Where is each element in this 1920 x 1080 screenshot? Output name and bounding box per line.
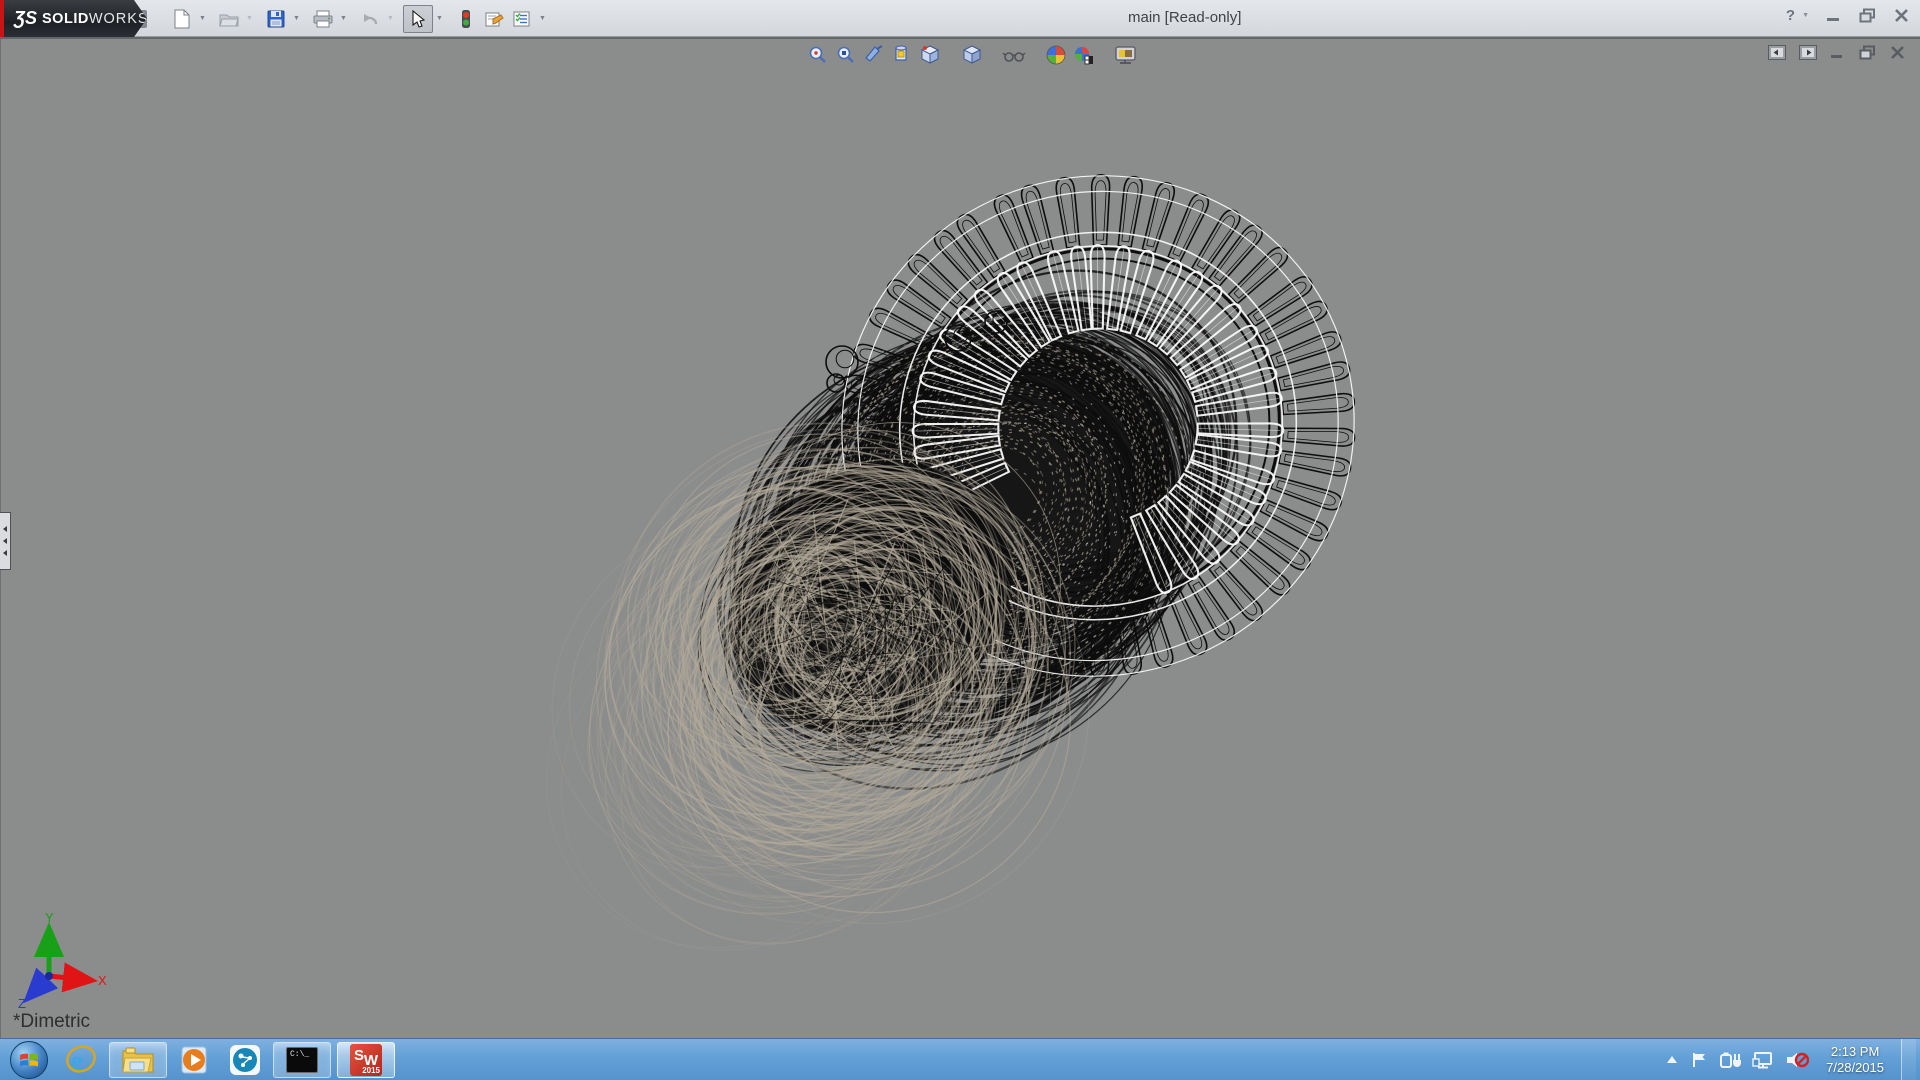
save-button[interactable] <box>262 4 290 34</box>
taskbar-item-media-player[interactable] <box>173 1042 217 1078</box>
save-dropdown[interactable]: ▼ <box>290 7 303 31</box>
view-orientation-icon[interactable] <box>918 43 942 67</box>
undo-dropdown[interactable]: ▼ <box>384 7 397 31</box>
graphics-viewport[interactable] <box>0 37 1920 1038</box>
power-plug-icon[interactable] <box>1719 1051 1741 1069</box>
doc-minimize-button[interactable] <box>1830 45 1846 60</box>
action-center-flag-icon[interactable] <box>1690 1051 1708 1069</box>
show-hidden-icons-button[interactable] <box>1665 1054 1679 1066</box>
network-display-icon[interactable] <box>1752 1051 1774 1069</box>
help-button[interactable]: ? <box>1786 7 1795 24</box>
document-window-controls <box>1768 45 1906 60</box>
taskbar-item-file-explorer[interactable] <box>109 1042 167 1078</box>
clock-time: 2:13 PM <box>1826 1044 1884 1060</box>
taskbar-item-command-prompt[interactable]: C:\_ <box>273 1042 331 1078</box>
triad-y-label: Y <box>45 910 54 925</box>
media-player-icon <box>178 1043 212 1077</box>
title-bar: ▸ ƷS SOLIDWORKS ▼ ▼ ▼ ▼ ▼ ▼ ▼ <box>0 0 1920 37</box>
help-dropdown[interactable]: ▼ <box>1802 12 1809 19</box>
document-title: main [Read-only] <box>1128 9 1241 26</box>
taskbar-item-solidworks[interactable]: SW2015 <box>337 1042 395 1078</box>
command-prompt-icon: C:\_ <box>286 1047 318 1073</box>
doc-restore-button[interactable] <box>1859 45 1877 60</box>
open-button[interactable] <box>215 4 243 34</box>
view-settings-icon[interactable] <box>1114 43 1138 67</box>
print-icon <box>311 7 335 31</box>
windows-flag-icon <box>18 1049 40 1071</box>
start-button[interactable] <box>10 1041 48 1079</box>
system-tray: 2:13 PM 7/28/2015 <box>1665 1039 1920 1080</box>
new-document-icon <box>170 7 194 31</box>
undo-icon <box>358 7 382 31</box>
rebuild-button[interactable] <box>452 4 480 34</box>
zoom-to-area-icon[interactable] <box>834 43 858 67</box>
headsup-view-toolbar <box>806 43 1142 67</box>
minimize-button[interactable] <box>1826 8 1842 23</box>
triad-x-label: X <box>98 973 107 988</box>
triad-z-label: Z <box>18 996 26 1011</box>
print-button[interactable] <box>309 4 337 34</box>
taskbar-item-share-app[interactable] <box>223 1042 267 1078</box>
svg-text:e: e <box>71 1046 83 1075</box>
window-controls: ? ▼ <box>1786 7 1910 24</box>
rebuild-traffic-light-icon <box>454 7 478 31</box>
show-desktop-button[interactable] <box>1901 1039 1916 1080</box>
internet-explorer-icon: e <box>64 1043 98 1077</box>
dassault-mark: ƷS <box>14 8 37 29</box>
file-properties-button[interactable] <box>480 4 508 34</box>
options-icon <box>510 7 534 31</box>
view-orientation-label: *Dimetric <box>13 1011 90 1033</box>
zoom-to-fit-icon[interactable] <box>806 43 830 67</box>
save-icon <box>264 7 288 31</box>
open-icon <box>217 7 241 31</box>
open-dropdown[interactable]: ▼ <box>243 7 256 31</box>
select-button[interactable] <box>403 5 433 33</box>
undo-button[interactable] <box>356 4 384 34</box>
apply-scene-icon[interactable] <box>1072 43 1096 67</box>
volume-muted-icon[interactable] <box>1785 1050 1809 1070</box>
section-view-icon[interactable] <box>862 43 886 67</box>
standard-toolbar: ▼ ▼ ▼ ▼ ▼ ▼ ▼ <box>168 0 555 37</box>
file-explorer-icon <box>121 1045 155 1075</box>
dynamic-annotation-views-icon[interactable] <box>890 43 914 67</box>
solidworks-taskbar-icon: SW2015 <box>350 1044 382 1076</box>
display-style-icon[interactable] <box>960 43 984 67</box>
restore-button[interactable] <box>1859 8 1877 23</box>
solidworks-logo: ƷS SOLIDWORKS <box>0 0 148 37</box>
taskbar-clock[interactable]: 2:13 PM 7/28/2015 <box>1826 1044 1884 1076</box>
collapse-pane-right-button[interactable] <box>1799 45 1817 60</box>
print-dropdown[interactable]: ▼ <box>337 7 350 31</box>
edit-appearance-icon[interactable] <box>1044 43 1068 67</box>
orientation-triad: Y X Z <box>16 910 126 1018</box>
options-dropdown[interactable]: ▼ <box>536 7 549 31</box>
feature-pane-splitter-tab[interactable] <box>0 512 11 570</box>
new-document-button[interactable] <box>168 4 196 34</box>
collapse-pane-left-button[interactable] <box>1768 45 1786 60</box>
options-button[interactable] <box>508 4 536 34</box>
new-dropdown[interactable]: ▼ <box>196 7 209 31</box>
doc-close-button[interactable] <box>1890 45 1906 60</box>
logo-red-accent <box>0 0 4 37</box>
hide-show-items-icon[interactable] <box>1002 43 1026 67</box>
select-cursor-icon <box>406 7 430 31</box>
select-dropdown[interactable]: ▼ <box>433 7 446 31</box>
close-button[interactable] <box>1894 8 1910 23</box>
share-app-icon <box>229 1044 261 1076</box>
clock-date: 7/28/2015 <box>1826 1060 1884 1076</box>
taskbar-item-internet-explorer[interactable]: e <box>59 1042 103 1078</box>
windows-taskbar: e C:\_ SW2015 <box>0 1038 1920 1080</box>
file-properties-icon <box>482 7 506 31</box>
